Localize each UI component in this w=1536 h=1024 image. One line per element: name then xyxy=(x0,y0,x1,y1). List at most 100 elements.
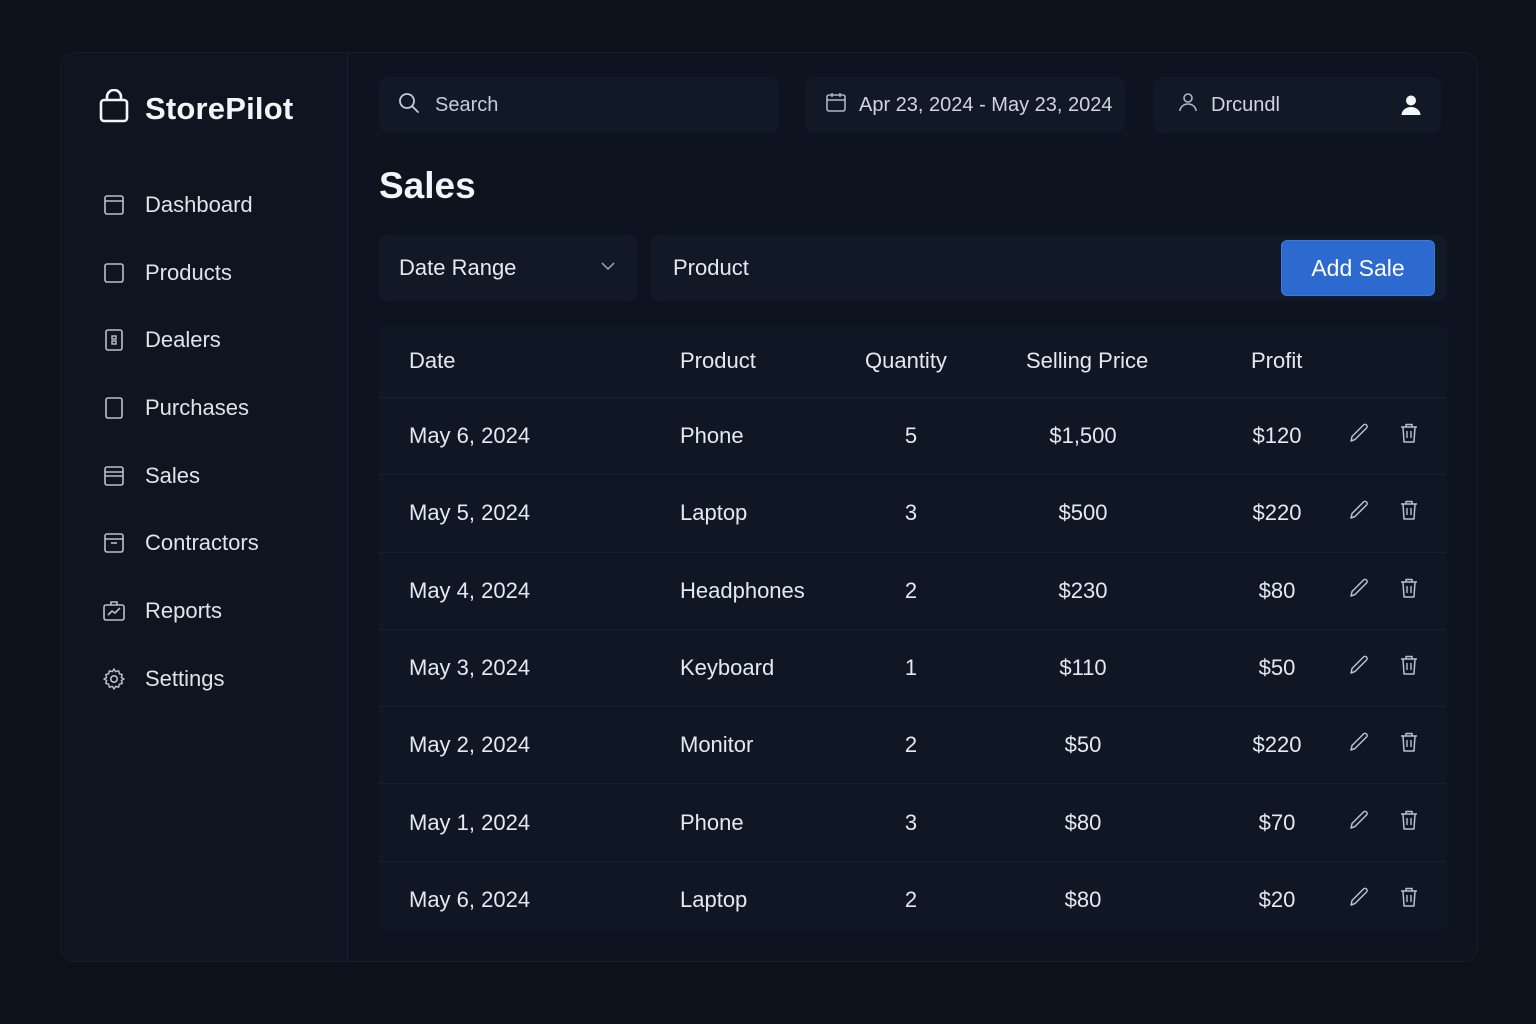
cell-product: Laptop xyxy=(680,886,748,912)
gear-icon xyxy=(101,666,127,692)
cell-profit-value: $50 xyxy=(1258,655,1296,681)
cell-profit-value: $70 xyxy=(1258,809,1296,835)
date-range-picker[interactable]: Apr 23, 2024 - May 23, 2024 xyxy=(805,77,1125,133)
cell-date: May 1, 2024 xyxy=(409,809,531,835)
sidebar-item-dashboard[interactable]: Dashboard xyxy=(101,171,331,239)
cell-date: May 6, 2024 xyxy=(409,423,531,449)
edit-icon[interactable] xyxy=(1347,730,1371,760)
cell-quantity-value: 5 xyxy=(904,423,918,449)
cell-date: May 2, 2024 xyxy=(409,732,531,758)
sidebar-item-label: Settings xyxy=(145,665,225,691)
trash-icon[interactable] xyxy=(1397,421,1421,451)
cell-date: May 5, 2024 xyxy=(409,500,531,526)
trash-icon[interactable] xyxy=(1397,885,1421,915)
cell-profit-value: $20 xyxy=(1258,886,1296,912)
column-header-selling-price[interactable]: Selling Price xyxy=(1026,348,1148,374)
sidebar-nav: Dashboard Products Dealers Purchases Sal… xyxy=(101,171,331,713)
shopping-bag-icon xyxy=(99,88,129,128)
table-row: May 5, 2024 Laptop 3 $500 $220 xyxy=(379,475,1447,553)
cell-product: Laptop xyxy=(680,500,748,526)
sidebar-item-label: Products xyxy=(145,259,232,285)
brand[interactable]: StorePilot xyxy=(99,88,294,128)
cell-selling-price-value: $80 xyxy=(1064,809,1102,835)
table-row: May 2, 2024 Monitor 2 $50 $220 xyxy=(379,707,1447,785)
username: Drcundl xyxy=(1211,93,1280,116)
cell-selling-price-value: $50 xyxy=(1064,732,1102,758)
trash-icon[interactable] xyxy=(1397,498,1421,528)
cell-profit-value: $220 xyxy=(1252,732,1302,758)
sidebar-item-sales[interactable]: Sales xyxy=(101,442,331,510)
product-filter-input[interactable] xyxy=(671,254,1235,282)
table-row: May 3, 2024 Keyboard 1 $110 $50 xyxy=(379,630,1447,708)
sidebar-item-reports[interactable]: Reports xyxy=(101,577,331,645)
calendar-icon xyxy=(825,91,847,119)
sales-icon xyxy=(101,463,127,489)
cell-selling-price-value: $110 xyxy=(1059,655,1107,681)
add-sale-button[interactable]: Add Sale xyxy=(1281,240,1435,296)
cell-selling-price-value: $500 xyxy=(1058,500,1108,526)
table-row: May 1, 2024 Phone 3 $80 $70 xyxy=(379,784,1447,862)
user-menu[interactable]: Drcundl xyxy=(1153,77,1441,133)
edit-icon[interactable] xyxy=(1347,653,1371,683)
trash-icon[interactable] xyxy=(1397,808,1421,838)
brand-name: StorePilot xyxy=(145,90,294,126)
table-row: May 6, 2024 Phone 5 $1,500 $120 xyxy=(379,398,1447,476)
cell-product: Monitor xyxy=(680,732,754,758)
cell-date: May 4, 2024 xyxy=(409,577,531,603)
cell-date: May 6, 2024 xyxy=(409,886,531,912)
chevron-down-icon xyxy=(599,255,617,281)
edit-icon[interactable] xyxy=(1347,421,1371,451)
sidebar-item-dealers[interactable]: Dealers xyxy=(101,306,331,374)
cell-quantity-value: 2 xyxy=(904,886,918,912)
page-title: Sales xyxy=(379,165,476,206)
cell-profit-value: $80 xyxy=(1258,577,1296,603)
column-header-quantity[interactable]: Quantity xyxy=(865,348,947,374)
cell-product: Phone xyxy=(680,809,744,835)
user-outline-icon xyxy=(1177,91,1199,119)
table-header: Date Product Quantity Selling Price Prof… xyxy=(379,325,1447,398)
filter-bar: Date Range Add Sale xyxy=(379,235,1447,301)
search-icon xyxy=(397,91,421,120)
avatar[interactable] xyxy=(1395,89,1427,121)
cell-date: May 3, 2024 xyxy=(409,655,531,681)
cell-quantity-value: 3 xyxy=(904,809,918,835)
cell-quantity-value: 2 xyxy=(904,732,918,758)
cell-profit-value: $120 xyxy=(1252,423,1302,449)
table-row: May 6, 2024 Laptop 2 $80 $20 xyxy=(379,862,1447,931)
sidebar-item-settings[interactable]: Settings xyxy=(101,645,331,713)
reports-icon xyxy=(101,598,127,624)
sidebar-item-label: Dashboard xyxy=(145,191,253,217)
cell-selling-price-value: $1,500 xyxy=(1049,423,1117,449)
search-input[interactable] xyxy=(433,92,757,118)
edit-icon[interactable] xyxy=(1347,576,1371,606)
cell-quantity-value: 2 xyxy=(904,577,918,603)
sidebar-item-contractors[interactable]: Contractors xyxy=(101,509,331,577)
trash-icon[interactable] xyxy=(1397,730,1421,760)
sidebar: StorePilot Dashboard Products Dealers Pu… xyxy=(61,53,348,961)
contractors-icon xyxy=(101,530,127,556)
sidebar-item-label: Purchases xyxy=(145,394,249,420)
table-row: May 4, 2024 Headphones 2 $230 $80 xyxy=(379,553,1447,630)
column-header-product[interactable]: Product xyxy=(680,348,756,374)
sidebar-item-products[interactable]: Products xyxy=(101,239,331,307)
app-window: StorePilot Dashboard Products Dealers Pu… xyxy=(60,52,1478,962)
edit-icon[interactable] xyxy=(1347,498,1371,528)
sidebar-item-purchases[interactable]: Purchases xyxy=(101,374,331,442)
cell-product: Headphones xyxy=(680,577,805,603)
trash-icon[interactable] xyxy=(1397,653,1421,683)
dealers-icon xyxy=(101,327,127,353)
date-range-dropdown-label: Date Range xyxy=(399,255,517,280)
search-box[interactable] xyxy=(379,77,779,133)
dashboard-icon xyxy=(101,192,127,218)
purchases-icon xyxy=(101,395,127,421)
date-range-dropdown[interactable]: Date Range xyxy=(379,235,637,301)
edit-icon[interactable] xyxy=(1347,808,1371,838)
trash-icon[interactable] xyxy=(1397,576,1421,606)
edit-icon[interactable] xyxy=(1347,885,1371,915)
column-header-profit[interactable]: Profit xyxy=(1251,348,1302,374)
products-icon xyxy=(101,260,127,286)
column-header-date[interactable]: Date xyxy=(409,348,455,374)
product-filter[interactable]: Add Sale xyxy=(651,235,1447,301)
topbar: Apr 23, 2024 - May 23, 2024 Drcundl xyxy=(379,77,1447,133)
cell-quantity-value: 3 xyxy=(904,500,918,526)
